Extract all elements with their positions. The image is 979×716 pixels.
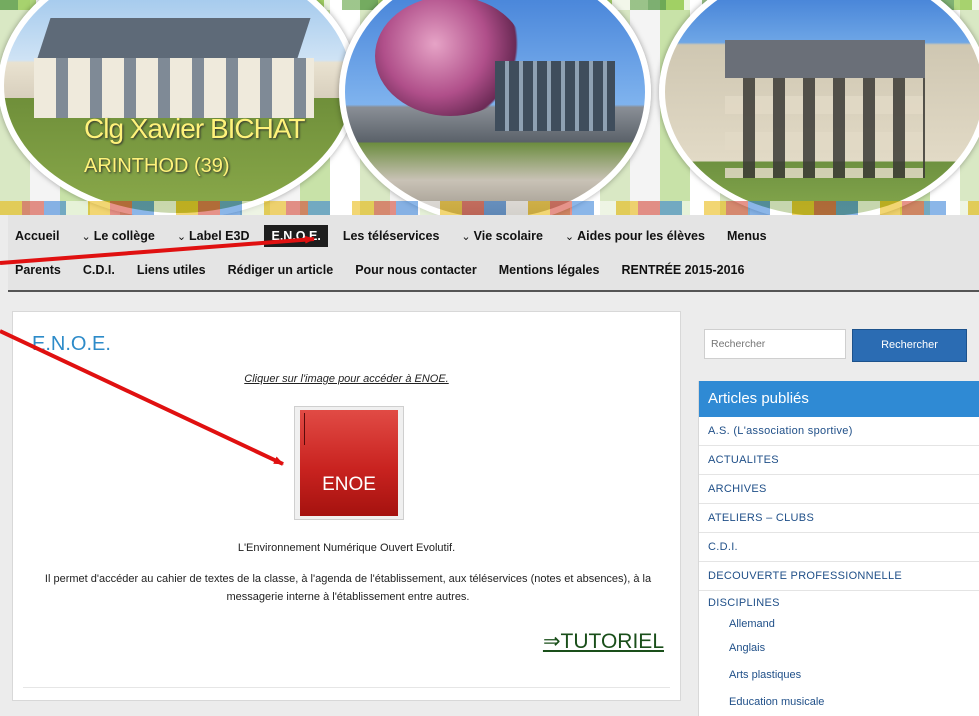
nav-item-aides-pour-les-eleves[interactable]: ⌄ Aides pour les élèves	[558, 225, 712, 247]
category-item[interactable]: ARCHIVES	[699, 475, 979, 504]
nav-item-label: Les téléservices	[342, 229, 440, 243]
nav-item-le-college[interactable]: ⌄ Le collège	[74, 225, 161, 247]
enoe-logo[interactable]: ENOE	[300, 410, 398, 516]
nav-item-label: Mentions légales	[498, 263, 600, 277]
chevron-down-icon: ⌄	[176, 231, 187, 243]
category-item[interactable]: ATELIERS – CLUBS	[699, 504, 979, 533]
enoe-logo-accent	[304, 413, 305, 445]
chevron-down-icon: ⌄	[461, 231, 471, 243]
category-item[interactable]: A.S. (L'association sportive)	[699, 417, 979, 446]
search-input[interactable]	[704, 329, 846, 359]
nav-item-rentree-2015-2016[interactable]: RENTRÉE 2015-2016	[614, 259, 751, 281]
nav-item-rediger-un-article[interactable]: Rédiger un article	[221, 259, 341, 281]
image-caption-link[interactable]: Cliquer sur l'image pour accéder à ENOE.	[13, 373, 680, 385]
articles-widget: Articles publiés A.S. (L'association spo…	[698, 381, 979, 716]
subcategory-item[interactable]: Allemand	[699, 615, 979, 635]
subcategory-item[interactable]: Arts plastiques	[699, 662, 979, 689]
subcategory-item[interactable]: Education musicale	[699, 689, 979, 716]
enoe-logo-label: ENOE	[322, 474, 376, 495]
nav-item-vie-scolaire[interactable]: ⌄ Vie scolaire	[454, 225, 549, 247]
main-article: E.N.O.E. Cliquer sur l'image pour accéde…	[12, 311, 681, 701]
category-list: A.S. (L'association sportive) ACTUALITES…	[699, 417, 979, 716]
page-title: E.N.O.E.	[32, 333, 111, 355]
nav-item-parents[interactable]: Parents	[8, 259, 68, 281]
nav-item-label: Rédiger un article	[227, 263, 334, 277]
nav-item-label: Liens utiles	[136, 263, 206, 277]
enoe-description-title: L'Environnement Numérique Ouvert Evoluti…	[237, 542, 456, 554]
category-item[interactable]: DECOUVERTE PROFESSIONNELLE	[699, 562, 979, 591]
nav-item-accueil[interactable]: Accueil	[8, 225, 66, 247]
search-button[interactable]: Rechercher	[852, 329, 967, 362]
nav-item-pour-nous-contacter[interactable]: Pour nous contacter	[348, 259, 484, 281]
school-location: ARINTHOD (39)	[84, 155, 230, 177]
school-photo-right	[659, 0, 979, 215]
nav-item-label: Accueil	[15, 229, 60, 243]
school-photo-left	[0, 0, 358, 215]
nav-item-mentions-legales[interactable]: Mentions légales	[492, 259, 607, 281]
school-photo-middle	[339, 0, 651, 215]
nav-item-label: Pour nous contacter	[355, 263, 477, 277]
nav-item-liens-utiles[interactable]: Liens utiles	[130, 259, 213, 281]
category-item[interactable]: ACTUALITES	[699, 446, 979, 475]
nav-item-label: Menus	[726, 229, 767, 243]
nav-item-label: E.N.O.E.	[271, 229, 321, 243]
nav-row-primary: Accueil ⌄ Le collège ⌄ Label E3D E.N.O.E. Les …	[8, 221, 782, 251]
school-name: Clg Xavier BICHAT	[84, 113, 306, 144]
tutorial-link[interactable]: ⇒TUTORIEL	[543, 629, 664, 654]
article-divider	[23, 687, 670, 688]
nav-item-label: Parents	[15, 263, 61, 277]
chevron-down-icon: ⌄	[81, 231, 91, 243]
site-banner: Clg Xavier BICHAT ARINTHOD (39)	[0, 0, 979, 215]
nav-item-c-d-i[interactable]: C.D.I.	[76, 259, 122, 281]
enoe-description-text: Il permet d'accéder au cahier de textes …	[44, 573, 652, 603]
subcategory-item[interactable]: Anglais	[699, 635, 979, 662]
nav-item-label: Le collège	[93, 229, 155, 243]
nav-item-label-e3d[interactable]: ⌄ Label E3D	[170, 225, 257, 247]
nav-item-e-n-o-e[interactable]: E.N.O.E.	[264, 225, 328, 247]
nav-item-label: RENTRÉE 2015-2016	[621, 263, 745, 277]
nav-item-les-teleservices[interactable]: Les téléservices	[336, 225, 447, 247]
widget-title: Articles publiés	[699, 381, 979, 417]
chevron-down-icon: ⌄	[564, 231, 575, 243]
category-item[interactable]: C.D.I.	[699, 533, 979, 562]
main-navigation: Accueil ⌄ Le collège ⌄ Label E3D E.N.O.E. Les …	[8, 215, 979, 292]
enoe-image-link[interactable]: ENOE	[294, 406, 404, 520]
nav-item-label: Aides pour les élèves	[577, 229, 705, 243]
nav-row-secondary: Parents C.D.I. Liens utiles Rédiger un arti…	[8, 255, 759, 285]
nav-item-label: Label E3D	[189, 229, 250, 243]
nav-item-label: C.D.I.	[82, 263, 115, 277]
banner-pattern-bottom	[0, 201, 979, 215]
nav-item-label: Vie scolaire	[473, 229, 543, 243]
nav-item-menus[interactable]: Menus	[720, 225, 774, 247]
category-item[interactable]: DISCIPLINES	[699, 591, 979, 615]
